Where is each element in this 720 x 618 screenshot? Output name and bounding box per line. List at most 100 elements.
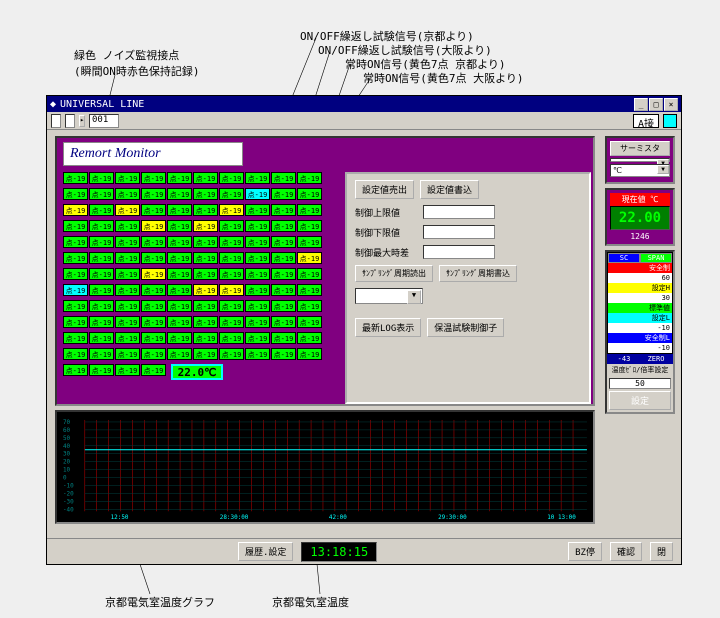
signal-cell[interactable]: 点-19 (297, 316, 322, 328)
signal-cell[interactable]: 点-19 (245, 204, 270, 216)
bz-button[interactable]: BZ停 (568, 542, 602, 561)
signal-cell[interactable]: 点-19 (245, 188, 270, 200)
signal-cell[interactable]: 点-19 (141, 284, 166, 296)
signal-cell[interactable]: 点-19 (219, 204, 244, 216)
close-footer-button[interactable]: 閉 (650, 542, 673, 561)
signal-cell[interactable]: 点-19 (63, 188, 88, 200)
signal-cell[interactable]: 点-19 (115, 284, 140, 296)
signal-cell[interactable]: 点-19 (219, 348, 244, 360)
sensor-dropdown[interactable] (610, 158, 670, 162)
signal-cell[interactable]: 点-19 (245, 332, 270, 344)
signal-cell[interactable]: 点-19 (297, 172, 322, 184)
signal-cell[interactable]: 点-19 (115, 220, 140, 232)
signal-cell[interactable]: 点-19 (271, 252, 296, 264)
signal-cell[interactable]: 点-19 (193, 348, 218, 360)
signal-cell[interactable]: 点-19 (297, 188, 322, 200)
signal-cell[interactable]: 点-19 (63, 252, 88, 264)
unit-dropdown[interactable]: ℃ (610, 164, 670, 177)
signal-cell[interactable]: 点-19 (245, 316, 270, 328)
signal-cell[interactable]: 点-19 (271, 300, 296, 312)
signal-cell[interactable]: 点-19 (63, 316, 88, 328)
signal-cell[interactable]: 点-19 (219, 172, 244, 184)
max-diff-input[interactable] (423, 245, 495, 259)
signal-cell[interactable]: 点-19 (141, 236, 166, 248)
signal-cell[interactable]: 点-19 (219, 332, 244, 344)
signal-cell[interactable]: 点-19 (271, 284, 296, 296)
signal-cell[interactable]: 点-19 (89, 220, 114, 232)
signal-cell[interactable]: 点-19 (167, 220, 192, 232)
signal-cell[interactable]: 点-19 (193, 300, 218, 312)
signal-cell[interactable]: 点-19 (141, 172, 166, 184)
confirm-button[interactable]: 確認 (610, 542, 642, 561)
signal-cell[interactable]: 点-19 (115, 300, 140, 312)
signal-cell[interactable]: 点-19 (115, 172, 140, 184)
sampling-read-button[interactable]: ｻﾝﾌﾟﾘﾝｸﾞ周期読出 (355, 265, 433, 282)
signal-cell[interactable]: 点-19 (89, 268, 114, 280)
signal-cell[interactable]: 点-19 (271, 268, 296, 280)
signal-cell[interactable]: 点-19 (63, 268, 88, 280)
signal-cell[interactable]: 点-19 (115, 268, 140, 280)
signal-cell[interactable]: 点-19 (167, 252, 192, 264)
signal-cell[interactable]: 点-19 (115, 348, 140, 360)
signal-cell[interactable]: 点-19 (297, 332, 322, 344)
signal-cell[interactable]: 点-19 (63, 284, 88, 296)
signal-cell[interactable]: 点-19 (167, 300, 192, 312)
signal-cell[interactable]: 点-19 (297, 220, 322, 232)
signal-cell[interactable]: 点-19 (219, 268, 244, 280)
signal-cell[interactable]: 点-19 (219, 220, 244, 232)
toolbar-number[interactable]: 001 (89, 114, 119, 128)
sampling-write-button[interactable]: ｻﾝﾌﾟﾘﾝｸﾞ周期書込 (439, 265, 517, 282)
signal-cell[interactable]: 点-19 (141, 300, 166, 312)
signal-cell[interactable]: 点-19 (89, 364, 114, 376)
signal-cell[interactable]: 点-19 (219, 300, 244, 312)
signal-cell[interactable]: 点-19 (115, 204, 140, 216)
signal-cell[interactable]: 点-19 (193, 268, 218, 280)
sampling-dropdown[interactable] (355, 288, 423, 304)
signal-cell[interactable]: 点-19 (115, 316, 140, 328)
signal-cell[interactable]: 点-19 (245, 300, 270, 312)
signal-cell[interactable]: 点-19 (297, 236, 322, 248)
signal-cell[interactable]: 点-19 (141, 316, 166, 328)
signal-cell[interactable]: 点-19 (89, 172, 114, 184)
signal-cell[interactable]: 点-19 (271, 236, 296, 248)
signal-cell[interactable]: 点-19 (271, 204, 296, 216)
signal-cell[interactable]: 点-19 (63, 300, 88, 312)
calib-input[interactable]: 50 (609, 378, 671, 389)
signal-cell[interactable]: 点-19 (167, 204, 192, 216)
signal-cell[interactable]: 点-19 (245, 220, 270, 232)
signal-cell[interactable]: 点-19 (271, 332, 296, 344)
signal-cell[interactable]: 点-19 (271, 220, 296, 232)
signal-cell[interactable]: 点-19 (271, 188, 296, 200)
signal-cell[interactable]: 点-19 (141, 268, 166, 280)
read-button[interactable]: 設定値売出 (355, 180, 414, 199)
signal-cell[interactable]: 点-19 (89, 236, 114, 248)
signal-cell[interactable]: 点-19 (297, 284, 322, 296)
signal-cell[interactable]: 点-19 (245, 252, 270, 264)
signal-cell[interactable]: 点-19 (115, 236, 140, 248)
set-button[interactable]: 設定 (609, 391, 671, 410)
signal-cell[interactable]: 点-19 (63, 236, 88, 248)
signal-cell[interactable]: 点-19 (193, 236, 218, 248)
signal-cell[interactable]: 点-19 (115, 252, 140, 264)
signal-cell[interactable]: 点-19 (219, 284, 244, 296)
signal-cell[interactable]: 点-19 (63, 364, 88, 376)
signal-cell[interactable]: 点-19 (297, 252, 322, 264)
signal-cell[interactable]: 点-19 (89, 300, 114, 312)
signal-cell[interactable]: 点-19 (193, 252, 218, 264)
upper-limit-input[interactable] (423, 205, 495, 219)
signal-cell[interactable]: 点-19 (141, 220, 166, 232)
maximize-button[interactable]: □ (649, 98, 663, 111)
signal-cell[interactable]: 点-19 (141, 332, 166, 344)
signal-cell[interactable]: 点-19 (219, 236, 244, 248)
signal-cell[interactable]: 点-19 (115, 364, 140, 376)
signal-cell[interactable]: 点-19 (89, 284, 114, 296)
signal-cell[interactable]: 点-19 (167, 284, 192, 296)
signal-cell[interactable]: 点-19 (167, 172, 192, 184)
signal-cell[interactable]: 点-19 (89, 188, 114, 200)
toolbar-segment[interactable] (51, 114, 61, 128)
minimize-button[interactable]: _ (634, 98, 648, 111)
signal-cell[interactable]: 点-19 (115, 188, 140, 200)
signal-cell[interactable]: 点-19 (297, 204, 322, 216)
signal-cell[interactable]: 点-19 (297, 348, 322, 360)
signal-cell[interactable]: 点-19 (193, 204, 218, 216)
